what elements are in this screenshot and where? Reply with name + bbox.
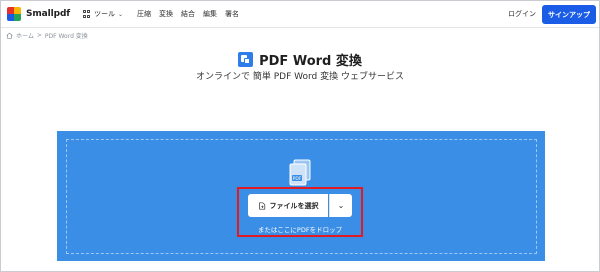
source-dropdown-button[interactable]: ⌄ xyxy=(329,194,352,217)
chevron-down-icon: ⌄ xyxy=(118,10,124,18)
signup-button[interactable]: サインアップ xyxy=(542,5,596,24)
main-nav: 圧縮 変換 結合 編集 署名 xyxy=(137,9,239,19)
login-link[interactable]: ログイン xyxy=(508,9,536,19)
files-icon: PDF xyxy=(289,159,311,186)
breadcrumb-current: PDF Word 変換 xyxy=(44,33,88,40)
tools-menu[interactable]: ツール ⌄ xyxy=(83,9,123,19)
select-file-label: ファイルを選択 xyxy=(269,201,319,210)
select-file-button[interactable]: ファイルを選択 xyxy=(248,194,328,217)
top-header: Smallpdf ツール ⌄ 圧縮 変換 結合 編集 署名 ログイン サインアッ… xyxy=(1,1,599,28)
logo[interactable]: Smallpdf xyxy=(7,7,70,21)
breadcrumb: ホーム > PDF Word 変換 xyxy=(6,31,88,40)
page-subtitle: オンラインで 簡単 PDF Word 変換 ウェブサービス xyxy=(196,72,404,82)
pdf-badge: PDF xyxy=(293,176,302,182)
smallpdf-logo-icon xyxy=(7,7,21,21)
nav-edit[interactable]: 編集 xyxy=(203,9,217,19)
nav-sign[interactable]: 署名 xyxy=(225,9,239,19)
file-select-icon xyxy=(258,201,265,210)
chevron-down-icon: ⌄ xyxy=(337,201,345,210)
nav-compress[interactable]: 圧縮 xyxy=(137,9,151,19)
breadcrumb-separator: > xyxy=(36,32,42,39)
page-title: PDF Word 変換 xyxy=(259,54,362,69)
nav-convert[interactable]: 変換 xyxy=(159,9,173,19)
grid-icon xyxy=(83,10,91,18)
home-icon xyxy=(6,32,13,39)
breadcrumb-home[interactable]: ホーム xyxy=(16,31,34,40)
title-row: PDF Word 変換 xyxy=(0,50,600,69)
tools-label: ツール xyxy=(94,10,115,18)
drop-hint: またはここにPDFをドロップ xyxy=(257,226,343,234)
word-convert-icon xyxy=(238,52,254,67)
nav-merge[interactable]: 結合 xyxy=(181,9,195,19)
logo-text: Smallpdf xyxy=(26,9,71,19)
